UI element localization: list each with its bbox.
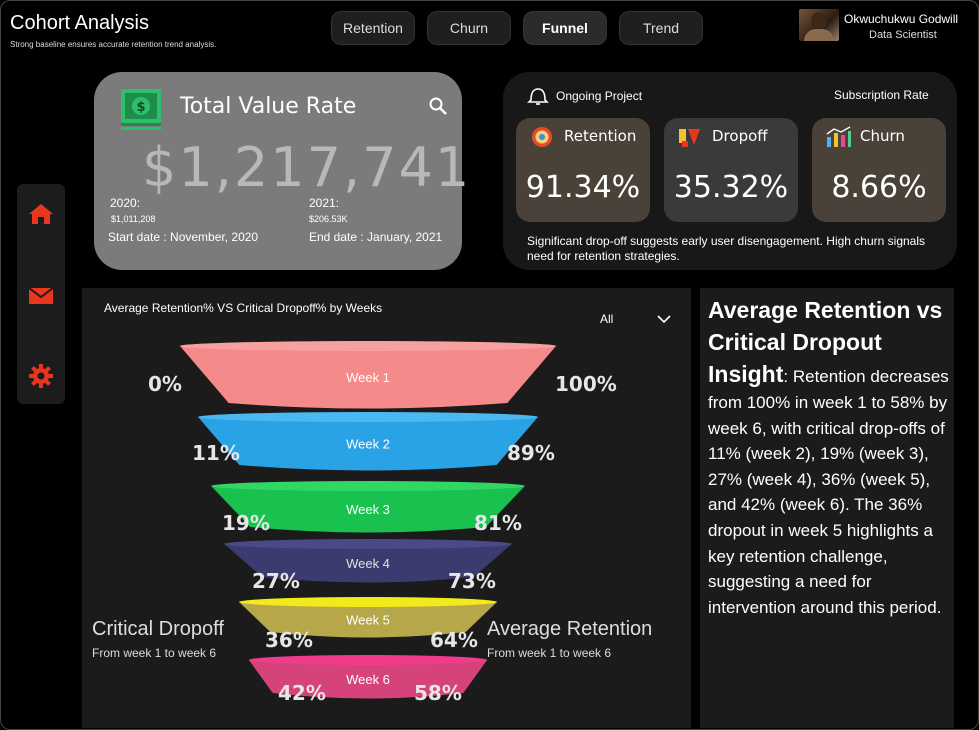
funnel-label-week-1: Week 1 bbox=[346, 370, 390, 385]
dropoff-pct-week-4: 27% bbox=[252, 569, 300, 593]
app-subtitle: Strong baseline ensures accurate retenti… bbox=[10, 40, 217, 49]
end-date: End date : January, 2021 bbox=[309, 230, 443, 244]
money-icon: $ bbox=[121, 89, 161, 130]
retention-pct-week-3: 81% bbox=[474, 511, 522, 535]
tab-funnel[interactable]: Funnel bbox=[523, 11, 607, 45]
funnel-rim-week-5 bbox=[239, 597, 497, 607]
user-role: Data Scientist bbox=[869, 29, 937, 41]
dropoff-pct-week-1: 0% bbox=[148, 372, 182, 396]
settings-icon[interactable] bbox=[27, 364, 55, 388]
tab-churn[interactable]: Churn bbox=[427, 11, 511, 45]
churn-metric-card: Churn 8.66% bbox=[812, 118, 946, 222]
dropoff-pct-week-3: 19% bbox=[222, 511, 270, 535]
tab-trend[interactable]: Trend bbox=[619, 11, 703, 45]
total-value-card: $ Total Value Rate $1,217,741 2020: $1,0… bbox=[94, 72, 469, 270]
retention-pct-week-6: 58% bbox=[414, 681, 462, 705]
project-card: Ongoing Project Subscription Rate Retent… bbox=[503, 72, 957, 270]
funnel-rim-week-2 bbox=[198, 412, 538, 422]
average-retention-sub: From week 1 to week 6 bbox=[487, 646, 612, 660]
retention-pct-week-2: 89% bbox=[507, 441, 555, 465]
home-icon[interactable] bbox=[27, 202, 55, 226]
dropoff-metric-card: Dropoff 35.32% bbox=[664, 118, 798, 222]
dropoff-icon bbox=[679, 129, 700, 147]
churn-icon bbox=[826, 126, 851, 147]
funnel-rim-week-4 bbox=[224, 539, 512, 549]
churn-value: 8.66% bbox=[831, 170, 927, 205]
svg-text:$: $ bbox=[136, 100, 145, 115]
retention-pct-week-1: 100% bbox=[555, 372, 617, 396]
avatar bbox=[799, 9, 839, 41]
retention-label: Retention bbox=[564, 127, 637, 145]
dropoff-value: 35.32% bbox=[673, 170, 789, 205]
retention-pct-week-4: 73% bbox=[448, 569, 496, 593]
total-value-amount: $1,217,741 bbox=[142, 136, 472, 199]
funnel-label-week-2: Week 2 bbox=[346, 437, 390, 452]
insight-body: : Retention decreases from 100% in week … bbox=[708, 367, 949, 617]
funnel-rim-week-3 bbox=[211, 481, 525, 491]
average-retention-caption: Average Retention bbox=[487, 618, 653, 640]
bell-icon bbox=[527, 88, 549, 105]
retention-icon bbox=[532, 127, 552, 147]
funnel-label-week-5: Week 5 bbox=[346, 613, 390, 628]
funnel-label-week-4: Week 4 bbox=[346, 556, 390, 571]
dropoff-pct-week-6: 42% bbox=[278, 681, 326, 705]
critical-dropoff-caption: Critical Dropoff bbox=[92, 618, 224, 640]
funnel-label-week-3: Week 3 bbox=[346, 502, 390, 517]
funnel-rim-week-6 bbox=[248, 655, 488, 665]
funnel-rim-week-1 bbox=[180, 341, 556, 351]
year-2021-label: 2021: bbox=[309, 196, 340, 210]
dropoff-label: Dropoff bbox=[712, 127, 768, 145]
project-label: Ongoing Project bbox=[556, 89, 643, 103]
churn-label: Churn bbox=[860, 127, 905, 145]
insight-panel: Average Retention vs Critical Dropout In… bbox=[700, 288, 954, 728]
mail-icon[interactable] bbox=[27, 284, 55, 308]
insight-text: Average Retention vs Critical Dropout In… bbox=[708, 294, 956, 620]
year-2020-label: 2020: bbox=[110, 196, 141, 210]
year-2021-value: $206.53K bbox=[309, 214, 348, 224]
start-date: Start date : November, 2020 bbox=[108, 230, 259, 244]
funnel-label-week-6: Week 6 bbox=[346, 672, 390, 687]
user-name: Okwuchukwu Godwill bbox=[844, 12, 959, 26]
retention-value: 91.34% bbox=[525, 170, 641, 205]
retention-pct-week-5: 64% bbox=[430, 628, 478, 652]
app-title: Cohort Analysis bbox=[10, 12, 149, 34]
project-note: Significant drop-off suggests early user… bbox=[527, 234, 926, 263]
funnel-chart-panel: Average Retention% VS Critical Dropoff% … bbox=[82, 288, 691, 728]
critical-dropoff-sub: From week 1 to week 6 bbox=[92, 646, 217, 660]
year-2020-value: $1,011,208 bbox=[111, 214, 156, 224]
search-icon[interactable] bbox=[428, 96, 448, 116]
total-value-title: Total Value Rate bbox=[180, 94, 357, 119]
retention-metric-card: Retention 91.34% bbox=[516, 118, 650, 222]
dropoff-pct-week-2: 11% bbox=[192, 441, 240, 465]
sidebar bbox=[17, 184, 65, 404]
subscription-rate-label: Subscription Rate bbox=[834, 88, 929, 102]
dropoff-pct-week-5: 36% bbox=[265, 628, 313, 652]
funnel-chart: Week 1 0% 100% Week 2 11% 89% Week 3 19% 81% Week… bbox=[148, 341, 617, 705]
tab-retention[interactable]: Retention bbox=[331, 11, 415, 45]
